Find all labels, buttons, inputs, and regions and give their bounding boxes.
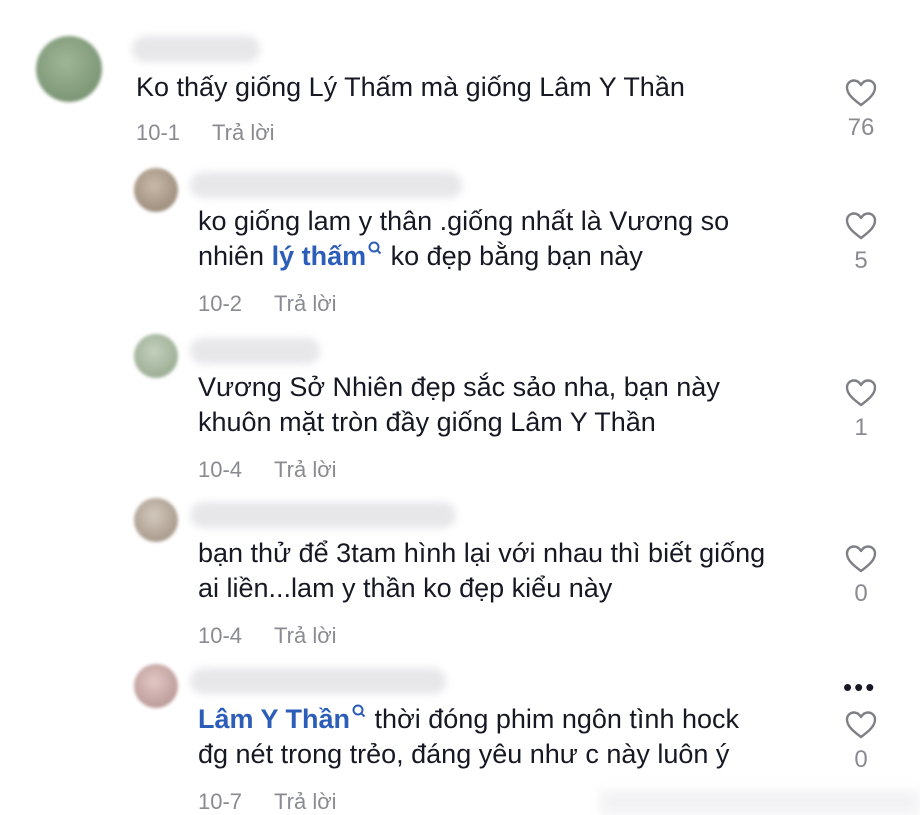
like-count: 0: [854, 746, 868, 773]
search-icon: [352, 704, 366, 718]
text-prefix: nhiên: [198, 241, 272, 271]
like-button[interactable]: 0: [841, 710, 881, 774]
mention-text[interactable]: Lâm Y Thần: [198, 704, 350, 734]
comment-text: Ko thấy giống Lý Thấm mà giống Lâm Y Thầ…: [136, 72, 685, 102]
reply-button[interactable]: Trả lời: [274, 457, 337, 482]
comment-meta: 10-1 Trả lời: [136, 120, 275, 146]
avatar[interactable]: [134, 334, 178, 378]
like-count: 5: [854, 247, 868, 274]
heart-outline-icon[interactable]: [845, 710, 877, 740]
username-blurred[interactable]: [132, 36, 260, 62]
comment-meta: 10-4 Trả lời: [198, 457, 337, 483]
like-count: 76: [847, 114, 875, 141]
reply-button[interactable]: Trả lời: [274, 623, 337, 648]
comment-meta: 10-7 Trả lời: [198, 789, 337, 815]
overlay-blur: [600, 790, 920, 815]
text-suffix: thời đóng phim ngôn tình hock: [367, 704, 739, 734]
comment-text-line-1: Lâm Y Thần thời đóng phim ngôn tình hock: [198, 702, 739, 737]
comment-date: 10-2: [198, 291, 243, 316]
like-button[interactable]: 5: [841, 211, 881, 275]
comment-text-line-2: ai liền...lam y thần ko đẹp kiểu này: [198, 573, 613, 603]
heart-outline-icon[interactable]: [845, 544, 877, 574]
like-button[interactable]: 76: [841, 78, 881, 142]
comment-text-line-2: khuôn mặt tròn đầy giống Lâm Y Thần: [198, 407, 656, 437]
username-blurred[interactable]: [190, 668, 446, 694]
reply-button[interactable]: Trả lời: [274, 291, 337, 316]
comment-date: 10-1: [136, 120, 181, 145]
comment-meta: 10-4 Trả lời: [198, 623, 337, 649]
comment-text-line-1: ko giống lam y thân .giống nhất là Vương…: [198, 206, 730, 236]
more-options-button[interactable]: •••: [843, 674, 876, 700]
comment-meta: 10-2 Trả lời: [198, 291, 337, 317]
avatar[interactable]: [134, 168, 178, 212]
comment-text-line-1: bạn thử để 3tam hình lại với nhau thì bi…: [198, 538, 766, 568]
heart-outline-icon[interactable]: [845, 211, 877, 241]
avatar[interactable]: [36, 36, 102, 102]
avatar[interactable]: [134, 498, 178, 542]
like-button[interactable]: 1: [841, 378, 881, 442]
comment-date: 10-4: [198, 457, 243, 482]
mention-link[interactable]: Lâm Y Thần: [198, 704, 367, 734]
text-suffix: ko đẹp bằng bạn này: [383, 241, 643, 271]
mention-link[interactable]: lý thấm: [272, 241, 384, 271]
heart-outline-icon[interactable]: [845, 378, 877, 408]
comment-date: 10-7: [198, 789, 243, 814]
comment-text-line-1: Vương Sở Nhiên đẹp sắc sảo nha, bạn này: [198, 372, 720, 402]
username-blurred[interactable]: [190, 172, 462, 198]
search-icon: [368, 241, 382, 255]
heart-outline-icon[interactable]: [845, 78, 877, 108]
comment-text-line-2: nhiên lý thấm ko đẹp bằng bạn này: [198, 239, 643, 274]
mention-text[interactable]: lý thấm: [272, 241, 367, 271]
username-blurred[interactable]: [190, 502, 456, 528]
like-count: 1: [854, 414, 868, 441]
comment-date: 10-4: [198, 623, 243, 648]
reply-button[interactable]: Trả lời: [212, 120, 275, 145]
reply-button[interactable]: Trả lời: [274, 789, 337, 814]
comment-text-line-2: đg nét trong trẻo, đáng yêu như c này lu…: [198, 739, 730, 769]
like-count: 0: [854, 580, 868, 607]
username-blurred[interactable]: [190, 338, 320, 364]
like-button[interactable]: 0: [841, 544, 881, 608]
avatar[interactable]: [134, 664, 178, 708]
